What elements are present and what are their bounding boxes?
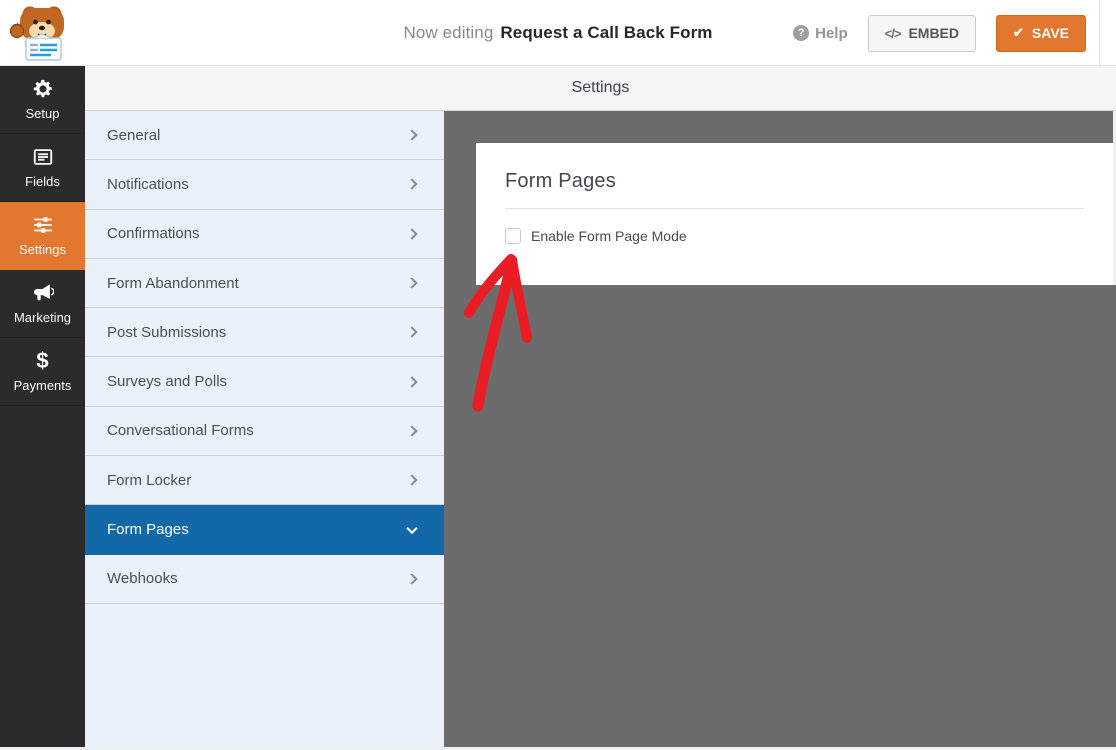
form-name: Request a Call Back Form (500, 23, 712, 43)
settings-menu-item-confirmations[interactable]: Confirmations (85, 210, 444, 259)
builder-sidebar: Setup Fields Settings (0, 66, 85, 748)
settings-menu-item-webhooks[interactable]: Webhooks (85, 555, 444, 604)
sidebar-item-fields[interactable]: Fields (0, 134, 85, 202)
help-label: Help (815, 25, 848, 42)
question-mark-icon: ? (793, 25, 809, 41)
menu-item-label: Post Submissions (107, 324, 226, 341)
menu-item-label: Form Pages (107, 521, 189, 538)
chevron-right-icon (406, 475, 417, 486)
title-divider (505, 208, 1084, 209)
sidebar-item-payments[interactable]: $ Payments (0, 338, 85, 406)
sidebar-item-label: Fields (25, 174, 60, 189)
menu-item-label: Notifications (107, 176, 189, 193)
form-pages-panel: Form Pages Enable Form Page Mode (476, 143, 1113, 285)
settings-menu-item-form-abandonment[interactable]: Form Abandonment (85, 259, 444, 308)
code-icon: </> (885, 26, 901, 41)
checkmark-icon: ✔ (1013, 25, 1024, 41)
save-button[interactable]: ✔ SAVE (996, 15, 1086, 52)
embed-label: EMBED (908, 25, 959, 41)
chevron-down-icon (406, 522, 417, 533)
embed-button[interactable]: </> EMBED (868, 15, 976, 52)
chevron-right-icon (406, 425, 417, 436)
menu-item-label: Surveys and Polls (107, 373, 227, 390)
settings-menu-item-form-pages[interactable]: Form Pages (85, 505, 444, 554)
chevron-right-icon (406, 277, 417, 288)
now-editing-label: Now editing (403, 23, 493, 43)
menu-item-label: Confirmations (107, 225, 200, 242)
header-actions: ? Help </> EMBED ✔ SAVE (793, 0, 1086, 66)
form-fields-icon (32, 146, 54, 168)
menu-item-label: Conversational Forms (107, 422, 254, 439)
sidebar-item-label: Setup (26, 106, 60, 121)
settings-menu-item-surveys-and-polls[interactable]: Surveys and Polls (85, 357, 444, 406)
settings-menu-item-form-locker[interactable]: Form Locker (85, 456, 444, 505)
chevron-right-icon (406, 376, 417, 387)
form-pages-title: Form Pages (505, 170, 1084, 193)
chevron-right-icon (406, 129, 417, 140)
settings-menu: General Notifications Confirmations Form… (85, 111, 444, 748)
sidebar-item-label: Payments (14, 378, 72, 393)
chevron-right-icon (406, 573, 417, 584)
sidebar-item-setup[interactable]: Setup (0, 66, 85, 134)
sidebar-item-label: Settings (19, 242, 66, 257)
save-label: SAVE (1032, 25, 1069, 41)
chevron-right-icon (406, 327, 417, 338)
top-header: Now editing Request a Call Back Form ? H… (0, 0, 1116, 66)
settings-content-area: Form Pages Enable Form Page Mode (444, 111, 1116, 748)
sidebar-item-label: Marketing (14, 310, 71, 325)
header-divider (1099, 0, 1100, 66)
settings-menu-item-conversational-forms[interactable]: Conversational Forms (85, 407, 444, 456)
enable-form-page-mode-row: Enable Form Page Mode (505, 228, 1084, 244)
sidebar-item-settings[interactable]: Settings (0, 202, 85, 270)
enable-form-page-mode-checkbox[interactable] (505, 228, 521, 244)
panel-title-bar: Settings (85, 66, 1116, 111)
megaphone-icon (32, 282, 54, 304)
menu-item-label: Form Locker (107, 472, 191, 489)
settings-menu-item-notifications[interactable]: Notifications (85, 160, 444, 209)
sliders-icon (32, 214, 54, 236)
menu-item-label: Form Abandonment (107, 275, 239, 292)
chevron-right-icon (406, 179, 417, 190)
settings-menu-item-post-submissions[interactable]: Post Submissions (85, 308, 444, 357)
dollar-icon: $ (32, 350, 54, 372)
menu-item-label: General (107, 127, 160, 144)
sidebar-item-marketing[interactable]: Marketing (0, 270, 85, 338)
menu-item-label: Webhooks (107, 570, 178, 587)
wpforms-builder: Now editing Request a Call Back Form ? H… (0, 0, 1116, 750)
help-button[interactable]: ? Help (793, 25, 848, 42)
panel-title: Settings (572, 79, 630, 97)
chevron-right-icon (406, 228, 417, 239)
enable-form-page-mode-label[interactable]: Enable Form Page Mode (531, 228, 687, 244)
settings-menu-item-general[interactable]: General (85, 111, 444, 160)
gear-icon (32, 78, 54, 100)
